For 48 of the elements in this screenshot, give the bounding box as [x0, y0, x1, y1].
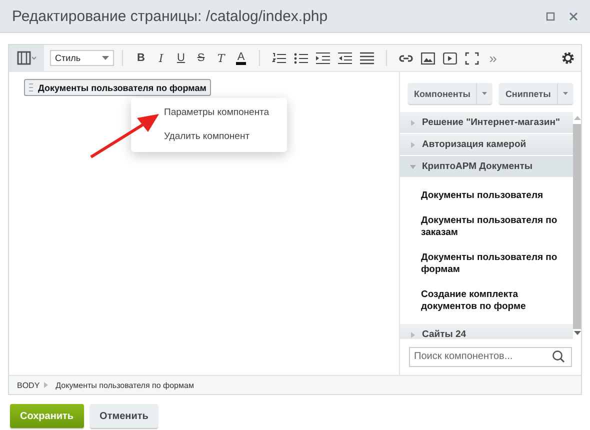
caret-icon [410, 164, 416, 170]
strikethrough-button[interactable]: S [191, 52, 211, 64]
group-header[interactable]: Решение "Интернет-магазин" [400, 112, 573, 134]
chevron-icon [44, 382, 48, 388]
caret-icon [410, 332, 416, 338]
menu-item[interactable]: Параметры компонента [131, 101, 287, 125]
breadcrumb-item[interactable]: BODY [9, 380, 44, 390]
search-icon[interactable] [552, 350, 565, 364]
text-color-button[interactable]: A [236, 52, 246, 64]
window-title: Редактирование страницы: /catalog/index.php [12, 8, 329, 24]
group-header[interactable]: КриптоАРМ Документы [400, 156, 573, 178]
search-field[interactable]: Поиск компонентов... [409, 346, 572, 367]
close-icon[interactable] [569, 12, 578, 20]
view-mode-button[interactable] [9, 45, 44, 71]
group-header[interactable]: Авторизация камерой [400, 134, 573, 156]
justify-icon[interactable] [360, 52, 374, 64]
group-header[interactable]: Сайты 24 [400, 324, 573, 339]
panel-tab-button[interactable]: Компоненты [408, 83, 492, 104]
numbered-list-icon[interactable] [272, 52, 286, 64]
film-icon [16, 51, 36, 65]
bullet-list-icon[interactable] [294, 52, 308, 64]
menu-item[interactable]: Удалить компонент [131, 125, 287, 149]
maximize-icon[interactable] [546, 12, 555, 20]
cancel-button[interactable]: Отменить [90, 404, 158, 428]
video-icon[interactable] [443, 52, 457, 64]
panel-tab-button[interactable]: Сниппеты [499, 83, 573, 104]
image-icon[interactable] [421, 52, 435, 64]
fullscreen-icon[interactable] [465, 52, 479, 64]
caret-icon [410, 142, 416, 148]
settings-icon[interactable] [561, 51, 575, 65]
component-name: Документы пользователя по формам [38, 82, 206, 92]
style-select[interactable]: Стиль [50, 50, 114, 66]
component-item[interactable]: Документы пользователя [400, 184, 573, 209]
caret-icon[interactable] [102, 56, 109, 60]
clear-format-button[interactable]: T [211, 52, 231, 64]
bold-button[interactable]: B [131, 52, 151, 64]
outdent-icon[interactable] [338, 52, 352, 64]
component-block[interactable]: Документы пользователя по формам [24, 79, 212, 96]
caret-icon[interactable] [482, 92, 488, 95]
component-item[interactable]: Создание комплекта документов по форме [400, 283, 573, 320]
caret-icon[interactable] [562, 92, 568, 95]
italic-button[interactable]: I [151, 52, 171, 64]
component-item[interactable]: Документы пользователя по заказам [400, 209, 573, 246]
caret-icon [410, 120, 416, 126]
breadcrumb-item[interactable]: Документы пользователя по формам [48, 380, 202, 390]
component-item[interactable]: Документы пользователя по формам [400, 246, 573, 283]
underline-button[interactable]: U [171, 52, 191, 64]
indent-icon[interactable] [316, 52, 330, 64]
